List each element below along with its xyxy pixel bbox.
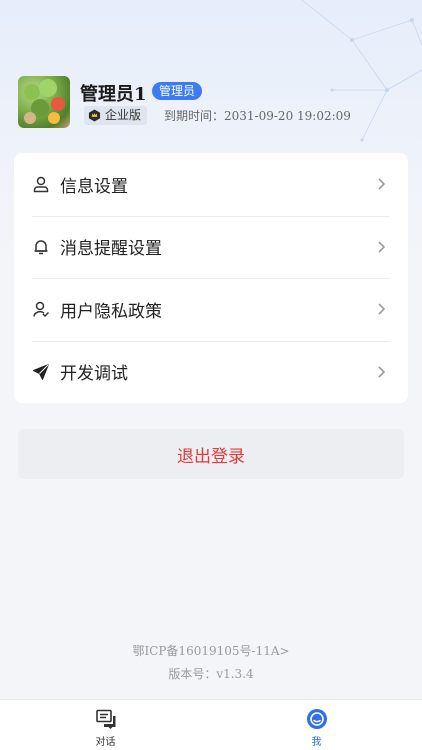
settings-menu: 信息设置 消息提醒设置 用户隐私政策 开发调试 xyxy=(14,153,408,403)
user-icon xyxy=(33,177,49,193)
chevron-right-icon xyxy=(378,241,386,253)
tab-chat[interactable]: 对话 xyxy=(0,700,211,750)
menu-item-notification-settings[interactable]: 消息提醒设置 xyxy=(14,215,408,279)
menu-item-privacy-policy[interactable]: 用户隐私政策 xyxy=(14,278,408,341)
expire-info: 到期时间：2031-09-20 19:02:09 xyxy=(164,107,351,124)
user-name: 管理员1 xyxy=(80,84,147,105)
expire-time: 2031-09-20 19:02:09 xyxy=(224,109,351,123)
crown-badge-icon xyxy=(88,109,101,122)
bell-icon xyxy=(34,240,48,254)
user-privacy-icon xyxy=(33,302,50,318)
menu-item-label: 信息设置 xyxy=(60,176,128,197)
menu-item-label: 开发调试 xyxy=(60,364,128,385)
send-icon xyxy=(33,363,49,380)
profile-header: 管理员1 管理员 企业版 到期时间：2031-09-20 19:02:09 xyxy=(18,76,418,132)
tab-me[interactable]: 我 xyxy=(211,700,422,750)
menu-item-info-settings[interactable]: 信息设置 xyxy=(14,153,408,216)
me-icon xyxy=(306,709,327,729)
chevron-right-icon xyxy=(378,178,386,190)
role-badge: 管理员 xyxy=(152,82,203,100)
tab-label: 我 xyxy=(311,737,322,748)
menu-item-dev-debug[interactable]: 开发调试 xyxy=(14,340,408,404)
edition-badge: 企业版 xyxy=(84,106,148,125)
chat-icon xyxy=(95,709,115,729)
expire-label: 到期时间： xyxy=(164,109,225,123)
bottom-tab-bar: 对话 我 xyxy=(0,699,422,750)
icp-record-link[interactable]: 鄂ICP备16019105号-11A> xyxy=(0,642,422,659)
chevron-right-icon xyxy=(378,366,386,378)
version-text: 版本号：v1.3.4 xyxy=(168,667,254,681)
avatar[interactable] xyxy=(18,76,70,128)
chevron-right-icon xyxy=(378,303,386,315)
menu-item-label: 用户隐私政策 xyxy=(60,301,162,322)
menu-item-label: 消息提醒设置 xyxy=(60,239,162,260)
edition-label: 企业版 xyxy=(105,108,142,122)
logout-button[interactable]: 退出登录 xyxy=(18,429,404,479)
tab-label: 对话 xyxy=(95,737,116,748)
